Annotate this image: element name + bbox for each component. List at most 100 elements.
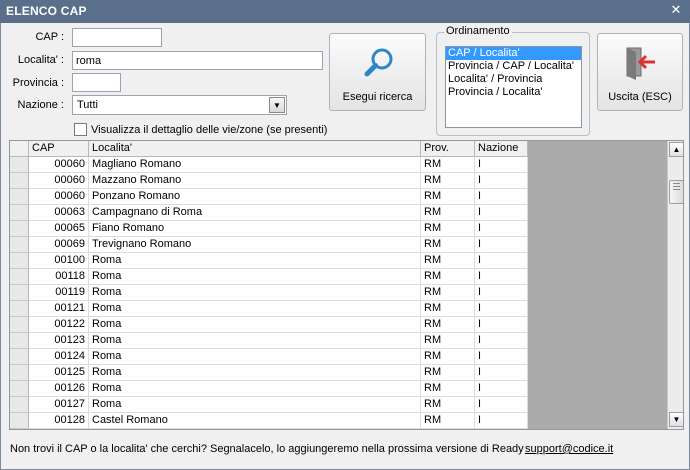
scroll-down-icon[interactable]: ▼ [669, 412, 683, 427]
provincia-input[interactable] [72, 73, 121, 92]
vertical-scrollbar[interactable]: ▲ ▼ [667, 141, 683, 429]
search-button-label: Esegui ricerca [342, 91, 413, 103]
row-selector[interactable] [10, 397, 29, 413]
cell-prov: RM [421, 285, 475, 301]
cell-cap: 00123 [29, 333, 89, 349]
cap-input[interactable] [72, 28, 162, 47]
table-row[interactable]: 00063 Campagnano di Roma RM I [10, 205, 528, 221]
table-row[interactable]: 00060 Magliano Romano RM I [10, 157, 528, 173]
cell-cap: 00121 [29, 301, 89, 317]
chevron-down-icon[interactable]: ▼ [269, 97, 285, 113]
row-selector[interactable] [10, 221, 29, 237]
row-selector[interactable] [10, 269, 29, 285]
scroll-thumb[interactable] [669, 180, 683, 204]
cap-label: CAP : [35, 31, 64, 43]
cell-localita: Roma [89, 349, 421, 365]
cell-nazione: I [475, 349, 528, 365]
table-row[interactable]: 00119 Roma RM I [10, 285, 528, 301]
table-row[interactable]: 00128 Castel Romano RM I [10, 413, 528, 429]
table-row[interactable]: 00124 Roma RM I [10, 349, 528, 365]
cell-nazione: I [475, 381, 528, 397]
nazione-select-value: Tutti [77, 99, 98, 111]
cell-cap: 00118 [29, 269, 89, 285]
row-selector[interactable] [10, 301, 29, 317]
row-selector[interactable] [10, 173, 29, 189]
column-header-prov[interactable]: Prov. [421, 141, 475, 157]
cell-cap: 00122 [29, 317, 89, 333]
cell-prov: RM [421, 253, 475, 269]
table-row[interactable]: 00065 Fiano Romano RM I [10, 221, 528, 237]
dettaglio-label: Visualizza il dettaglio delle vie/zone (… [91, 123, 328, 136]
table-row[interactable]: 00122 Roma RM I [10, 317, 528, 333]
cell-localita: Roma [89, 285, 421, 301]
column-header-cap[interactable]: CAP [29, 141, 89, 157]
cell-localita: Campagnano di Roma [89, 205, 421, 221]
cell-cap: 00126 [29, 381, 89, 397]
cell-prov: RM [421, 333, 475, 349]
nazione-select[interactable]: Tutti ▼ [72, 95, 287, 115]
ordinamento-option[interactable]: Localita' / Provincia [446, 73, 581, 86]
exit-button[interactable]: Uscita (ESC) [597, 33, 683, 111]
cell-localita: Mazzano Romano [89, 173, 421, 189]
row-selector[interactable] [10, 333, 29, 349]
cell-cap: 00069 [29, 237, 89, 253]
search-button[interactable]: Esegui ricerca [329, 33, 426, 111]
cell-prov: RM [421, 349, 475, 365]
cell-cap: 00125 [29, 365, 89, 381]
close-icon[interactable]: ✕ [669, 3, 683, 17]
dettaglio-checkbox-row[interactable]: Visualizza il dettaglio delle vie/zone (… [74, 123, 327, 136]
table-row[interactable]: 00060 Mazzano Romano RM I [10, 173, 528, 189]
cell-cap: 00065 [29, 221, 89, 237]
cell-cap: 00124 [29, 349, 89, 365]
cell-prov: RM [421, 397, 475, 413]
cell-nazione: I [475, 269, 528, 285]
row-selector[interactable] [10, 381, 29, 397]
cell-prov: RM [421, 317, 475, 333]
column-header-nazione[interactable]: Nazione [475, 141, 528, 157]
cell-nazione: I [475, 205, 528, 221]
results-grid: CAP Localita' Prov. Nazione 00060 Maglian… [9, 140, 684, 430]
header-row-selector [10, 141, 29, 157]
dettaglio-checkbox[interactable] [74, 123, 87, 136]
table-row[interactable]: 00069 Trevignano Romano RM I [10, 237, 528, 253]
ordinamento-option[interactable]: Provincia / CAP / Localita' [446, 60, 581, 73]
cell-cap: 00060 [29, 173, 89, 189]
localita-input[interactable] [72, 51, 323, 70]
cell-prov: RM [421, 221, 475, 237]
cell-localita: Roma [89, 269, 421, 285]
table-row[interactable]: 00125 Roma RM I [10, 365, 528, 381]
ordinamento-option[interactable]: Provincia / Localita' [446, 86, 581, 99]
cell-nazione: I [475, 173, 528, 189]
row-selector[interactable] [10, 189, 29, 205]
ordinamento-option[interactable]: CAP / Localita' [446, 47, 581, 60]
scroll-up-icon[interactable]: ▲ [669, 142, 683, 157]
table-row[interactable]: 00060 Ponzano Romano RM I [10, 189, 528, 205]
row-selector[interactable] [10, 413, 29, 429]
row-selector[interactable] [10, 205, 29, 221]
table-row[interactable]: 00123 Roma RM I [10, 333, 528, 349]
row-selector[interactable] [10, 157, 29, 173]
row-selector[interactable] [10, 237, 29, 253]
cell-prov: RM [421, 413, 475, 429]
row-selector[interactable] [10, 285, 29, 301]
table-row[interactable]: 00127 Roma RM I [10, 397, 528, 413]
cell-nazione: I [475, 301, 528, 317]
row-selector[interactable] [10, 317, 29, 333]
cell-prov: RM [421, 381, 475, 397]
column-header-localita[interactable]: Localita' [89, 141, 421, 157]
cell-nazione: I [475, 285, 528, 301]
table-row[interactable]: 00118 Roma RM I [10, 269, 528, 285]
cell-localita: Roma [89, 365, 421, 381]
cell-localita: Roma [89, 333, 421, 349]
row-selector[interactable] [10, 253, 29, 269]
support-email-link[interactable]: support@codice.it [525, 443, 613, 455]
table-row[interactable]: 00100 Roma RM I [10, 253, 528, 269]
row-selector[interactable] [10, 365, 29, 381]
cell-cap: 00100 [29, 253, 89, 269]
ordinamento-listbox[interactable]: CAP / Localita' Provincia / CAP / Locali… [445, 46, 582, 128]
table-row[interactable]: 00121 Roma RM I [10, 301, 528, 317]
table-row[interactable]: 00126 Roma RM I [10, 381, 528, 397]
cell-cap: 00060 [29, 157, 89, 173]
row-selector[interactable] [10, 349, 29, 365]
exit-button-label: Uscita (ESC) [608, 91, 672, 103]
